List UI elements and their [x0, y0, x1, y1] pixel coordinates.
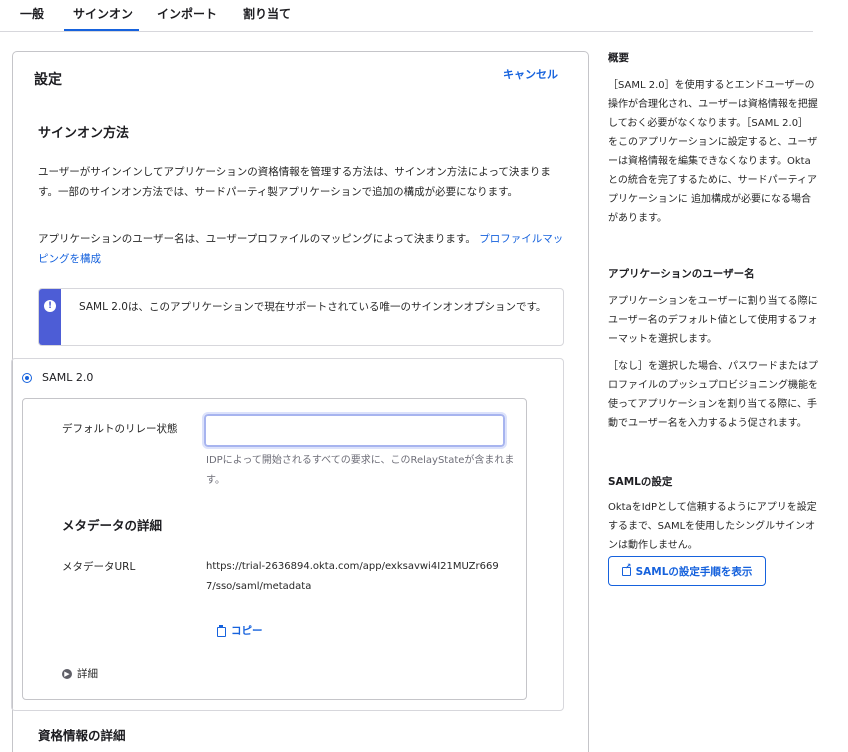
saml-radio-button[interactable]	[22, 373, 32, 383]
sidebar-saml-setup: SAMLの設定 OktaをIdPとして信頼するようにアプリを設定するまで、SAM…	[608, 474, 818, 555]
tab-assignments[interactable]: 割り当て	[243, 6, 291, 22]
username-description: アプリケーションのユーザー名は、ユーザープロファイルのマッピングによって決まりま…	[38, 233, 476, 245]
tab-import[interactable]: インポート	[157, 6, 217, 22]
relay-state-label: デフォルトのリレー状態	[62, 423, 178, 435]
settings-title: 設定	[34, 72, 62, 88]
metadata-details-title: メタデータの詳細	[62, 518, 163, 533]
details-label: 詳細	[77, 668, 98, 680]
username-title: アプリケーションのユーザー名	[608, 268, 755, 280]
info-callout: ! SAML 2.0は、このアプリケーションで現在サポートされている唯一のサイン…	[38, 288, 564, 346]
relay-state-hint: IDPによって開始されるすべての要求に、このRelayStateが含まれます。	[206, 455, 515, 486]
sidebar-overview: 概要 ［SAML 2.0］を使用するとエンドユーザーの操作が合理化され、ユーザー…	[608, 50, 818, 228]
sidebar-username: アプリケーションのユーザー名 アプリケーションをユーザーに割り当てる際にユーザー…	[608, 266, 818, 433]
chevron-right-icon: ▶	[62, 668, 72, 679]
copy-button[interactable]: コピー	[217, 623, 263, 638]
tab-general[interactable]: 一般	[20, 6, 44, 22]
username-text-2: ［なし］を選択した場合、パスワードまたはプロファイルのプッシュプロビジョニング機…	[608, 361, 818, 429]
saml-setup-title: SAMLの設定	[608, 476, 673, 488]
cancel-button[interactable]: キャンセル	[503, 66, 558, 82]
metadata-url-label: メタデータURL	[62, 561, 136, 573]
saml-setup-instructions-button[interactable]: SAMLの設定手順を表示	[608, 556, 766, 586]
external-link-icon	[621, 562, 631, 576]
username-text-1: アプリケーションをユーザーに割り当てる際にユーザー名のデフォルト値として使用する…	[608, 296, 818, 345]
active-tab-indicator	[64, 29, 139, 31]
copy-label: コピー	[231, 625, 263, 637]
settings-panel: 設定 キャンセル サインオン方法 ユーザーがサインインしてアプリケーションの資格…	[11, 51, 589, 752]
overview-text: ［SAML 2.0］を使用するとエンドユーザーの操作が合理化され、ユーザーは資格…	[608, 80, 818, 224]
relay-state-input[interactable]	[202, 412, 507, 449]
username-description-paragraph: アプリケーションのユーザー名は、ユーザープロファイルのマッピングによって決まりま…	[38, 229, 568, 269]
sign-on-method-title: サインオン方法	[38, 126, 130, 141]
saml-option-label[interactable]: SAML 2.0	[42, 371, 93, 385]
credentials-details-title: 資格情報の詳細	[38, 728, 126, 743]
saml-settings-box: デフォルトのリレー状態 IDPによって開始されるすべての要求に、このRelayS…	[22, 398, 527, 700]
callout-text: SAML 2.0は、このアプリケーションで現在サポートされている唯一のサインオン…	[79, 301, 547, 313]
callout-bar: !	[39, 289, 61, 345]
details-toggle[interactable]: ▶ 詳細	[62, 666, 98, 681]
metadata-url-value: https://trial-2636894.okta.com/app/exksa…	[206, 561, 499, 592]
copy-icon	[217, 625, 226, 637]
saml-option-box: SAML 2.0 デフォルトのリレー状態 IDPによって開始されるすべての要求に…	[11, 358, 564, 711]
tab-bar: 一般 サインオン インポート 割り当て	[0, 0, 813, 32]
saml-setup-button-label: SAMLの設定手順を表示	[635, 565, 753, 578]
saml-setup-text: OktaをIdPとして信頼するようにアプリを設定するまで、SAMLを使用したシン…	[608, 502, 817, 551]
info-icon: !	[44, 300, 56, 312]
overview-title: 概要	[608, 52, 629, 64]
tab-sign-on[interactable]: サインオン	[73, 6, 133, 22]
sign-on-description: ユーザーがサインインしてアプリケーションの資格情報を管理する方法は、サインオン方…	[38, 166, 551, 198]
